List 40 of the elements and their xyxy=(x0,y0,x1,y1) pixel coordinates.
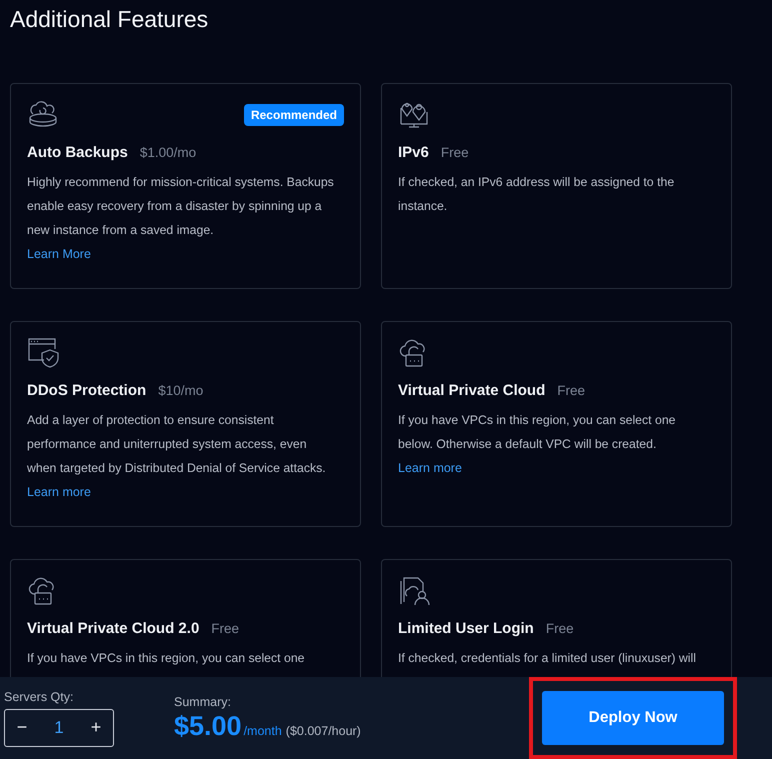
feature-title: Auto Backups xyxy=(27,144,128,161)
feature-price: $10/mo xyxy=(158,383,204,398)
browser-shield-icon xyxy=(27,336,59,368)
feature-title: Limited User Login xyxy=(398,620,534,637)
feature-title: IPv6 xyxy=(398,144,429,161)
feature-card[interactable]: Virtual Private Cloud 2.0 Free If you have VPCs in this region, you can select one xyxy=(10,559,361,677)
feature-description: Add a layer of protection to ensure consistent performance and uniterrupted system access, even when targeted by Distributed Denial of Service attacks. xyxy=(27,412,327,477)
quantity-stepper[interactable]: − 1 + xyxy=(4,708,114,746)
feature-card[interactable]: DDoS Protection $10/mo Add a layer of protection to ensure consistent performance and uniterrupted system access, even when targeted by Distributed Denial of Service attacks. Learn more xyxy=(10,321,361,527)
increase-button[interactable]: + xyxy=(79,710,113,746)
feature-price: Free xyxy=(211,621,240,636)
feature-price: Free xyxy=(546,621,574,636)
feature-price: Free xyxy=(557,383,586,398)
feature-card[interactable]: IPv6 Free If checked, an IPv6 address will be assigned to the instance. xyxy=(381,83,732,289)
hourly-price: ($0.007/hour) xyxy=(286,724,361,738)
section-heading: Additional Features xyxy=(10,6,210,34)
feature-title: DDoS Protection xyxy=(27,382,146,399)
feature-card[interactable]: Virtual Private Cloud Free If you have VPCs in this region, you can select one below. Otherwise a default VPC will be created. Learn more xyxy=(381,321,732,527)
quantity-value: 1 xyxy=(54,718,64,738)
price-period: /month xyxy=(244,724,282,738)
feature-description: Highly recommend for mission-critical systems. Backups enable easy recovery from a disaster by spinning up a new instance from a saved image. xyxy=(27,174,335,239)
total-price: $5.00 xyxy=(174,710,242,742)
learn-more-link[interactable]: Learn more xyxy=(27,485,91,499)
feature-description: If you have VPCs in this region, you can select one xyxy=(27,650,306,667)
recommended-badge: Recommended xyxy=(244,104,344,126)
feature-card[interactable]: Recommended Auto Backups $1.00/mo Highly recommend for mission-critical systems. Backups enable easy recovery from a disaster by spinning up a new instance from a saved image. Learn More xyxy=(10,83,361,289)
servers-qty-label: Servers Qty: xyxy=(4,690,74,704)
feature-description: If you have VPCs in this region, you can select one below. Otherwise a default VPC will be created. xyxy=(398,412,677,453)
feature-price: $1.00/mo xyxy=(140,145,196,160)
feature-title: Virtual Private Cloud xyxy=(398,382,546,399)
learn-more-link[interactable]: Learn more xyxy=(398,461,462,475)
feature-card[interactable]: Limited User Login Free If checked, credentials for a limited user (linuxuser) will xyxy=(381,559,732,677)
deploy-now-button[interactable]: Deploy Now xyxy=(542,691,724,745)
feature-description: If checked, an IPv6 address will be assigned to the instance. xyxy=(398,174,676,215)
decrease-button[interactable]: − xyxy=(5,710,39,746)
feature-price: Free xyxy=(440,145,469,160)
feature-description: If checked, credentials for a limited user (linuxuser) will xyxy=(398,650,697,667)
feature-title: Virtual Private Cloud 2.0 xyxy=(27,620,200,637)
learn-more-link[interactable]: Learn More xyxy=(27,247,91,261)
summary-label: Summary: xyxy=(174,694,232,708)
